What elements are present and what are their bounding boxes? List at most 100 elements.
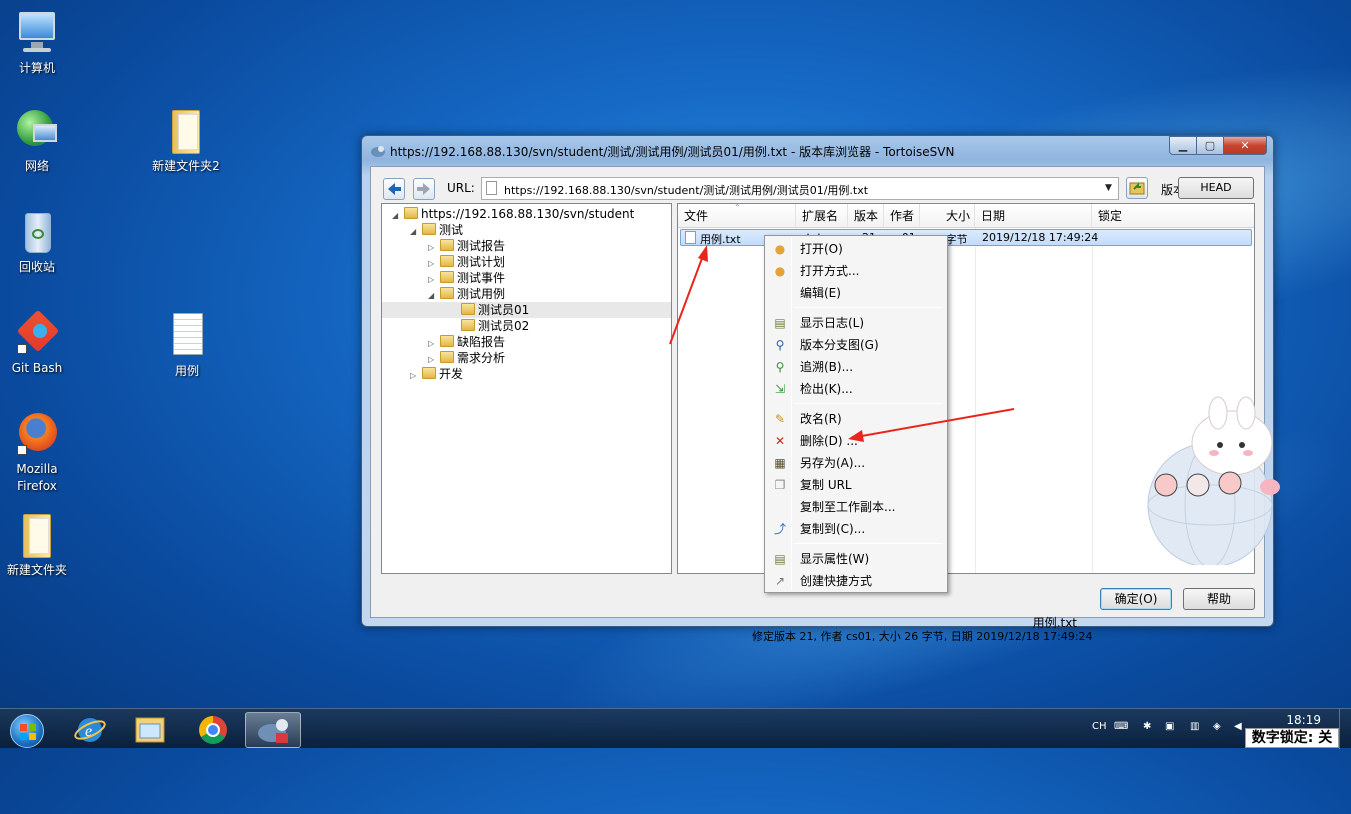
caption-buttons: ▁ ▢ ✕	[1169, 136, 1267, 155]
menu-item-rename[interactable]: ✎ 改名(R)	[767, 408, 945, 430]
menu-item-copy-url[interactable]: ❐ 复制 URL	[767, 474, 945, 496]
minimize-button[interactable]: ▁	[1169, 136, 1196, 155]
clock-time[interactable]: 18:19	[1286, 713, 1321, 727]
tree-node-root[interactable]: ◢ https://192.168.88.130/svn/student	[392, 206, 634, 222]
go-folder-icon	[1129, 182, 1145, 195]
bluetooth-icon[interactable]: ✱	[1143, 721, 1151, 732]
menu-item-copy-to-working-copy[interactable]: 复制至工作副本...	[767, 496, 945, 518]
tree-node-test-case[interactable]: ◢ 测试用例	[428, 286, 505, 302]
menu-item-checkout[interactable]: ⇲ 检出(K)...	[767, 378, 945, 400]
menu-item-create-shortcut[interactable]: ↗ 创建快捷方式	[767, 570, 945, 592]
menu-item-revision-graph[interactable]: ⚲ 版本分支图(G)	[767, 334, 945, 356]
url-label: URL:	[447, 181, 475, 195]
column-header-date[interactable]: 日期	[975, 204, 1092, 228]
tree-node-develop[interactable]: ▷ 开发	[410, 366, 463, 382]
column-header-file[interactable]: 文件 ⌃	[678, 204, 796, 228]
desktop-icon-label: 网络	[24, 159, 49, 173]
help-button[interactable]: 帮助	[1183, 588, 1255, 610]
start-button[interactable]	[0, 712, 54, 748]
menu-item-open[interactable]: ● 打开(O)	[767, 238, 945, 260]
menu-item-open-with[interactable]: ● 打开方式...	[767, 260, 945, 282]
tree-expander[interactable]: ▷	[410, 368, 422, 384]
menu-item-label: 删除(D) ...	[800, 434, 858, 448]
close-button[interactable]: ✕	[1223, 136, 1267, 155]
desktop-icon-new-folder[interactable]: 新建文件夹	[0, 512, 77, 579]
blame-icon: ⚲	[775, 360, 785, 374]
tree-node-requirement-analysis[interactable]: ▷ 需求分析	[428, 350, 505, 366]
desktop-icon-recycle-bin[interactable]: 回收站	[0, 209, 77, 276]
go-button[interactable]	[1126, 177, 1148, 199]
recycle-bin-icon	[13, 209, 61, 257]
desktop-icon-usecase-file[interactable]: 用例	[147, 313, 227, 380]
menu-separator	[795, 307, 943, 308]
menu-item-label: 复制到(C)...	[800, 522, 866, 536]
tree-expander[interactable]: ◢	[410, 224, 422, 240]
taskbar-ie[interactable]: e	[62, 712, 118, 748]
tree-node-test-report[interactable]: ▷ 测试报告	[428, 238, 505, 254]
column-header-lock[interactable]: 锁定	[1092, 204, 1254, 228]
back-button[interactable]	[383, 178, 405, 200]
menu-item-show-properties[interactable]: ▤ 显示属性(W)	[767, 548, 945, 570]
log-icon: ▤	[774, 316, 786, 330]
file-context-menu: ● 打开(O) ● 打开方式... 编辑(E) ▤ 显示日志(L) ⚲ 版本分支图(G)…	[764, 235, 948, 593]
taskbar-chrome[interactable]	[185, 712, 241, 748]
menu-item-label: 打开方式...	[800, 264, 860, 278]
forward-arrow-icon	[417, 183, 430, 195]
menu-item-blame[interactable]: ⚲ 追溯(B)...	[767, 356, 945, 378]
taskbar-tortoisesvn[interactable]	[245, 712, 301, 748]
window-title: https://192.168.88.130/svn/student/测试/测试…	[390, 145, 955, 159]
tree-node-label: 测试计划	[457, 255, 506, 269]
url-dropdown-icon[interactable]: ▼	[1105, 183, 1112, 193]
desktop-icon-new-folder-2[interactable]: 新建文件夹2	[146, 108, 226, 175]
show-desktop-button[interactable]	[1339, 709, 1351, 749]
tree-node-tester-02[interactable]: 测试员02	[461, 318, 529, 334]
column-header-extension[interactable]: 扩展名	[796, 204, 848, 228]
folder-icon	[461, 303, 475, 315]
folder-icon	[13, 512, 61, 560]
ok-button[interactable]: 确定(O)	[1100, 588, 1172, 610]
file-name: 用例.txt	[700, 233, 741, 246]
desktop-icon-computer[interactable]: 计算机	[0, 10, 77, 77]
tray-language[interactable]: CH	[1092, 721, 1107, 732]
tree-node-tester-01[interactable]: 测试员01	[382, 302, 671, 318]
folder-icon	[422, 223, 436, 235]
menu-item-label: 改名(R)	[800, 412, 842, 426]
revision-head-button[interactable]: HEAD	[1178, 177, 1254, 199]
menu-item-edit[interactable]: 编辑(E)	[767, 282, 945, 304]
url-combobox[interactable]: https://192.168.88.130/svn/student/测试/测试…	[481, 177, 1119, 200]
numlock-indicator: 数字锁定: 关	[1245, 728, 1339, 748]
desktop-icon-git-bash[interactable]: Git Bash	[0, 309, 77, 377]
revision-graph-icon: ⚲	[775, 338, 785, 352]
shortcut-icon: ↗	[774, 574, 786, 588]
desktop-icon-network[interactable]: 网络	[0, 108, 77, 175]
maximize-button[interactable]: ▢	[1196, 136, 1223, 155]
menu-item-save-as[interactable]: ▦ 另存为(A)...	[767, 452, 945, 474]
network-tray-icon[interactable]: ▥	[1190, 721, 1199, 732]
tree-expander[interactable]: ◢	[392, 208, 404, 224]
tree-node-test[interactable]: ◢ 测试	[410, 222, 463, 238]
taskbar-explorer[interactable]	[122, 712, 178, 748]
vmware-icon[interactable]: ▣	[1165, 721, 1174, 732]
keyboard-icon[interactable]: ⌨	[1114, 721, 1128, 732]
volume-icon[interactable]: ◀	[1234, 721, 1242, 732]
column-header-revision[interactable]: 版本	[848, 204, 884, 228]
tree-node-label: 开发	[439, 367, 464, 381]
security-shield-icon[interactable]: ◈	[1213, 721, 1221, 732]
menu-item-copy-to[interactable]: ⤴ 复制到(C)...	[767, 518, 945, 540]
menu-item-delete[interactable]: ✕ 删除(D) ...	[767, 430, 945, 452]
column-divider	[975, 228, 976, 573]
tree-node-defect-report[interactable]: ▷ 缺陷报告	[428, 334, 505, 350]
forward-button[interactable]	[413, 178, 435, 200]
rename-icon: ✎	[774, 412, 786, 426]
menu-item-show-log[interactable]: ▤ 显示日志(L)	[767, 312, 945, 334]
taskbar: e CH ⌨ ✱ ▣ ▥ ◈ ◀ 18:19	[0, 708, 1351, 749]
tortoisesvn-icon	[258, 719, 288, 743]
tree-node-test-plan[interactable]: ▷ 测试计划	[428, 254, 505, 270]
desktop-icon-label: 新建文件夹	[6, 563, 67, 577]
computer-icon	[13, 10, 61, 58]
tree-node-test-event[interactable]: ▷ 测试事件	[428, 270, 505, 286]
desktop-icon-firefox[interactable]: Mozilla Firefox	[0, 411, 77, 495]
column-header-author[interactable]: 作者	[884, 204, 920, 228]
column-header-size[interactable]: 大小	[920, 204, 975, 228]
folder-icon	[440, 335, 454, 347]
